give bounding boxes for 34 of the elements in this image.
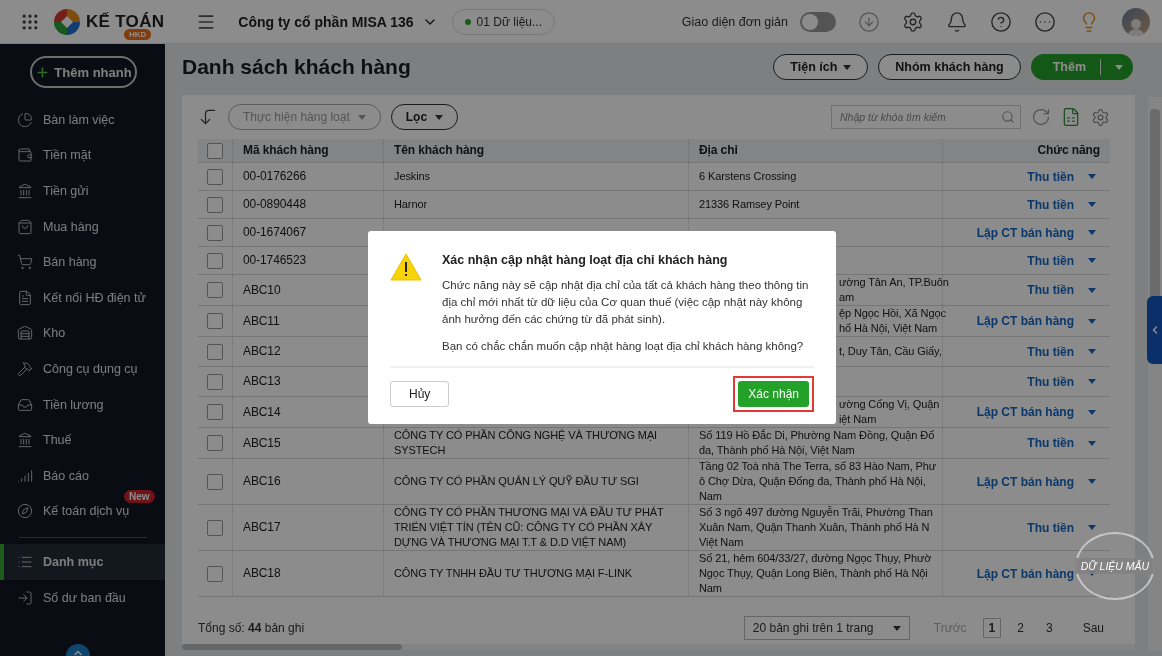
total-count: Tổng số: 44 bản ghi [198,621,305,635]
table-cell: CÔNG TY CỔ PHẦN CÔNG NGHỆ VÀ THƯƠNG MẠI SYSTECH [383,428,688,458]
column-header: Tên khách hàng [383,139,688,162]
table-cell: 00-0176266 [232,163,383,190]
table-cell: Số 119 Hồ Đắc Di, Phường Nam Đồng, Quận Đố đa, Thành phố Hà Nội, Việt Nam [688,428,942,458]
table-cell: Số 3 ngõ 497 đường Nguyễn Trãi, Phường Than Xuân Nam, Quận Thanh Xuân, Thành phố Hà N Việt Nam [688,505,942,550]
page-title: Danh sách khách hàng [182,55,411,79]
stamp-text: DỮ LIỆU MẪU [1074,558,1156,574]
table-cell: Jeskins [383,163,688,190]
column-header: Mã khách hàng [232,139,383,162]
column-header: Chức năng [942,139,1110,162]
table-cell: 21336 Ramsey Point [688,191,942,218]
table-cell: CÔNG TY CỔ PHẦN QUẢN LÝ QUỸ ĐẦU TƯ SGI [383,459,688,504]
table-cell: ệp Ngọc Hồi, Xã Ngọc hố Hà Nội, Việt Nam [839,306,946,336]
table-cell: ABC17 [232,505,383,550]
table-cell: ường Cống Vị, Quận iệt Nam [839,397,940,427]
toggle-label: Giao diện đơn giản [681,14,788,29]
table-cell: CÔNG TY TNHH ĐẦU TƯ THƯƠNG MẠI F-LINK [383,551,688,596]
table-cell: Tầng 02 Toà nhà The Terra, số 83 Hào Nam, Phư ô Chợ Dừa, Quận Đống đa, Thành phố Hà Nội, Nam [688,459,942,504]
table-cell: Harnor [383,191,688,218]
table-cell: ABC16 [232,459,383,504]
table-cell: ABC18 [232,551,383,596]
table-cell: t, Duy Tân, Cầu Giấy, [839,344,942,359]
column-header: Địa chỉ [688,139,942,162]
new-badge: New [124,489,155,503]
logo-badge: HKD [124,28,152,40]
dialog-message: Chức năng này sẽ cập nhật địa chỉ của tất cả khách hàng theo thông tin địa chỉ mới nhất từ dữ liệu của Cơ quan thuế (việc cập nhật này không ảnh hưởng đến các chứng từ đã phát sinh). [442,278,810,327]
table-cell: 6 Karstens Crossing [688,163,942,190]
table-cell: ABC15 [232,428,383,458]
table-cell: CÔNG TY CỔ PHẦN THƯƠNG MẠI VÀ ĐẦU TƯ PHÁT TRIỂN VIỆT TÍN (TÊN CŨ: CÔNG TY CỔ PHẦN XÂY DỰNG VÀ THƯƠNG MẠI T.T & D.D VIỆT NAM) [383,505,688,550]
dialog-question: Bạn có chắc chắn muốn cập nhật hàng loạt địa chỉ khách hàng không? [442,339,805,354]
table-cell: Số 21, hẻm 604/33/27, đường Ngọc Thụy, Phườ Ngọc Thụy, Quận Long Biên, Thành phố Hà Nội Nam [688,551,942,596]
table-cell: 00-0890448 [232,191,383,218]
dialog-title: Xác nhận cập nhật hàng loạt địa chỉ khách hàng [442,253,729,267]
